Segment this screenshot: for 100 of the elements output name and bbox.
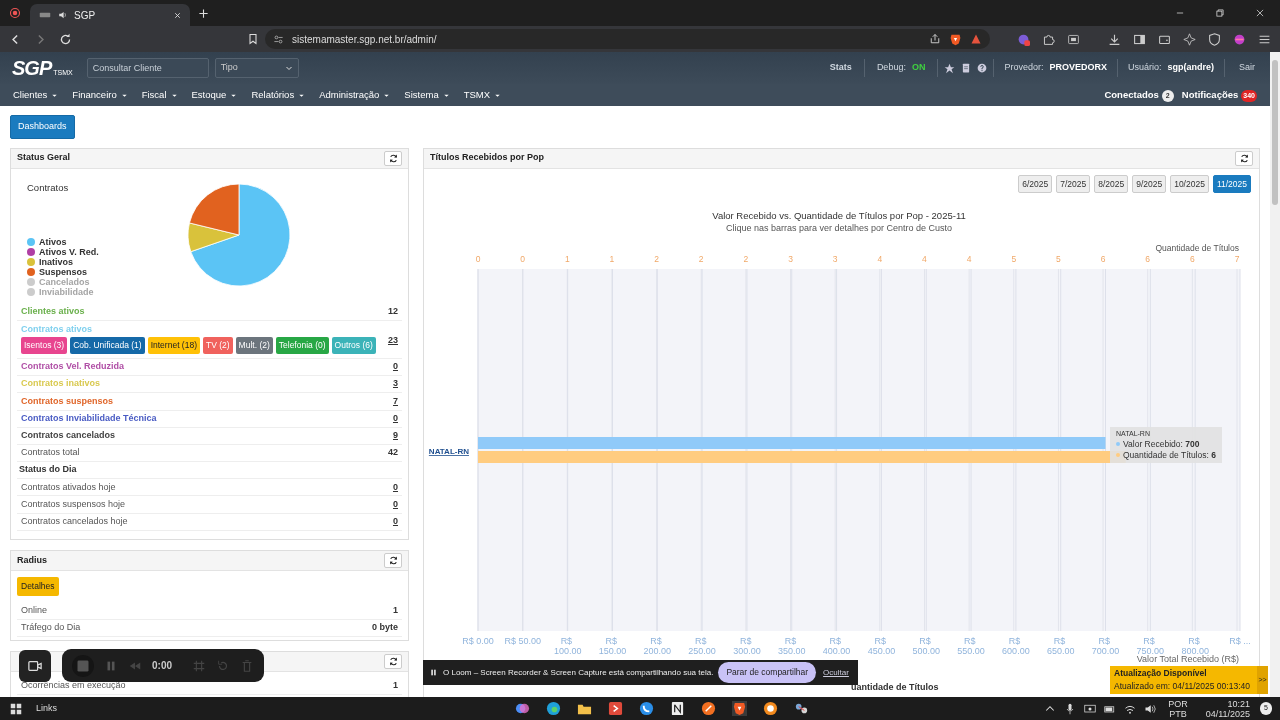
- puzzle-icon[interactable]: [1042, 32, 1055, 46]
- stat-link[interactable]: 0: [393, 360, 398, 374]
- axis-tick-label: R$ 600.00: [1002, 636, 1030, 657]
- windows-icon[interactable]: [10, 702, 22, 715]
- search-field[interactable]: Consultar Cliente: [86, 58, 209, 78]
- site-settings-icon[interactable]: [273, 33, 284, 45]
- bookmark-icon[interactable]: [247, 33, 259, 45]
- axis-tick-label: R$ 350.00: [778, 636, 806, 657]
- close-icon[interactable]: [173, 10, 182, 20]
- volume-icon[interactable]: [1144, 702, 1157, 715]
- share-icon[interactable]: [929, 33, 941, 45]
- refresh-button[interactable]: [384, 150, 402, 166]
- axis-tick-label: 3: [788, 254, 793, 265]
- menu-item[interactable]: Administração: [319, 87, 391, 103]
- category-badge[interactable]: Cob. Unificada (1): [70, 337, 145, 354]
- stop-icon[interactable]: [72, 654, 94, 677]
- arrow-app-icon[interactable]: [608, 701, 623, 716]
- camera-button[interactable]: [19, 650, 51, 682]
- legend-item[interactable]: Ativos: [27, 236, 177, 247]
- refresh-icon: [388, 153, 398, 163]
- star-icon[interactable]: [944, 62, 956, 74]
- sidebar-icon[interactable]: [1133, 32, 1146, 46]
- browser-tab[interactable]: SGP: [30, 4, 190, 26]
- menu-item[interactable]: Fiscal: [141, 87, 178, 103]
- stats-link[interactable]: Stats: [829, 61, 852, 75]
- phone-icon[interactable]: [639, 701, 654, 716]
- user-name[interactable]: sgp(andre): [1167, 61, 1214, 75]
- refresh-button[interactable]: [1235, 150, 1253, 166]
- ring-icon[interactable]: [763, 701, 778, 716]
- category-badge[interactable]: Isentos (3): [21, 337, 68, 354]
- stat-link[interactable]: 0: [393, 497, 398, 512]
- refresh-icon: [388, 555, 398, 565]
- category-badge[interactable]: Mult. (2): [235, 337, 273, 354]
- menu-item[interactable]: TSMX: [463, 87, 502, 103]
- logout-link[interactable]: Sair: [1239, 61, 1255, 75]
- clock[interactable]: 10:21 04/11/2025: [1205, 698, 1251, 719]
- download-icon[interactable]: [1108, 32, 1121, 46]
- stat-link[interactable]: 3: [393, 377, 398, 391]
- stat-link[interactable]: 0: [393, 411, 398, 426]
- legend-item[interactable]: Inativos: [27, 256, 177, 267]
- stat-link[interactable]: 9: [393, 429, 398, 443]
- dashboards-button[interactable]: Dashboards: [10, 115, 75, 139]
- menu-item[interactable]: Financeiro: [72, 87, 128, 103]
- notebook-icon[interactable]: [670, 701, 685, 716]
- profile-icon[interactable]: [1233, 32, 1246, 46]
- month-button[interactable]: 7/2025: [1056, 174, 1091, 194]
- stat-link[interactable]: 7: [393, 394, 398, 409]
- month-button[interactable]: 6/2025: [1018, 174, 1053, 194]
- notifications-label[interactable]: Notificações: [1181, 88, 1239, 100]
- logo-text[interactable]: SGP: [12, 58, 52, 78]
- details-button[interactable]: Detalhes: [17, 576, 59, 596]
- reload-icon[interactable]: [59, 32, 72, 46]
- menu-item[interactable]: Sistema: [404, 87, 450, 103]
- month-button[interactable]: 8/2025: [1094, 174, 1129, 194]
- category-link[interactable]: NATAL-RN: [428, 447, 469, 457]
- stat-link[interactable]: 0: [393, 480, 398, 495]
- refresh-button[interactable]: [384, 653, 402, 669]
- scrollbar[interactable]: [1270, 52, 1280, 698]
- month-button[interactable]: 10/2025: [1170, 174, 1209, 194]
- menu-item[interactable]: Clientes: [13, 87, 59, 103]
- new-tab-icon[interactable]: [198, 7, 209, 19]
- camera-icon: [28, 659, 42, 673]
- legend-item[interactable]: Suspensos: [27, 266, 177, 277]
- menu-item[interactable]: Relatórios: [251, 87, 306, 103]
- stop-sharing-button[interactable]: Parar de compartilhar: [718, 662, 817, 683]
- axis-tick-label: R$ 0.00: [462, 636, 494, 647]
- restore-icon[interactable]: [1215, 8, 1225, 18]
- refresh-button[interactable]: [384, 552, 402, 568]
- window-icon[interactable]: [1067, 32, 1080, 46]
- stat-link[interactable]: 23: [388, 333, 398, 348]
- sparkle-icon[interactable]: [1183, 32, 1196, 46]
- connected-label[interactable]: Conectados: [1104, 88, 1159, 100]
- month-button[interactable]: 11/2025: [1212, 174, 1251, 194]
- copilot-icon[interactable]: [515, 701, 530, 716]
- edge-icon[interactable]: [546, 701, 561, 716]
- refresh-icon: [1239, 153, 1249, 163]
- month-button[interactable]: 9/2025: [1132, 174, 1167, 194]
- language-indicator[interactable]: POR PTB: [1168, 698, 1188, 719]
- legend-item[interactable]: Ativos V. Red.: [27, 246, 177, 257]
- pause-icon[interactable]: [429, 668, 438, 677]
- triangle-icon[interactable]: [970, 33, 982, 45]
- links-label[interactable]: Links: [36, 701, 57, 716]
- restart-icon[interactable]: [216, 658, 230, 673]
- record-icon[interactable]: [9, 7, 21, 19]
- type-select[interactable]: Tipo: [214, 58, 299, 78]
- chart-title: Valor Recebido vs. Quantidade de Títulos por Pop - 2025-11: [712, 210, 966, 222]
- hide-link[interactable]: Ocultar: [823, 666, 849, 679]
- shield-icon[interactable]: [1208, 32, 1221, 46]
- category-badge[interactable]: Internet (18): [147, 337, 200, 354]
- display-icon[interactable]: [1084, 702, 1097, 715]
- pen-icon[interactable]: [701, 701, 716, 716]
- speaker-icon[interactable]: [58, 10, 68, 20]
- document-icon[interactable]: [961, 63, 972, 73]
- axis-tick-label: 6: [1100, 254, 1106, 265]
- stat-value: 42: [388, 446, 398, 460]
- debug-status[interactable]: ON: [911, 61, 926, 75]
- help-icon[interactable]: [977, 63, 988, 73]
- menu-item[interactable]: Estoque: [191, 87, 238, 103]
- stat-link[interactable]: 0: [393, 514, 398, 529]
- close-icon[interactable]: [1255, 8, 1265, 18]
